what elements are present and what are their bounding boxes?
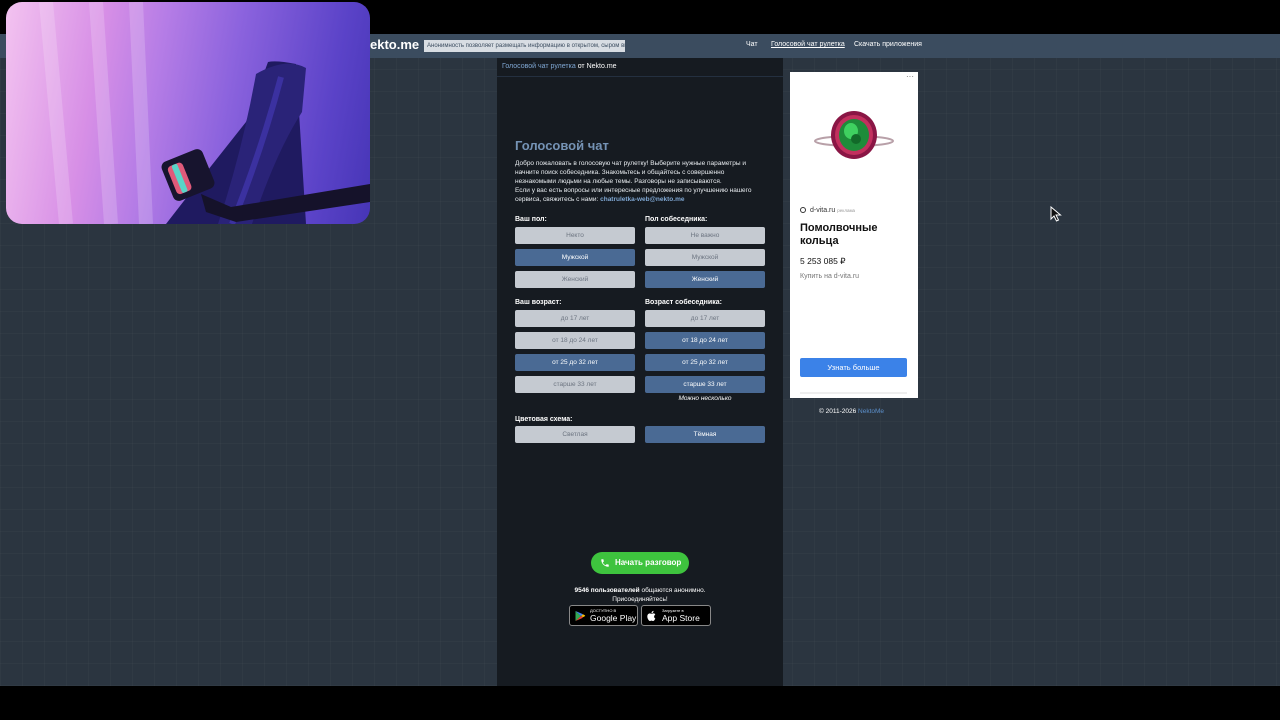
google-play-badge[interactable]: ДОСТУПНО В Google Play bbox=[569, 605, 638, 626]
site-logo[interactable]: ekto.me bbox=[370, 37, 419, 52]
users-join: Присоединяйтесь! bbox=[612, 596, 668, 603]
intro-line: Если у вас есть вопросы или интересные п… bbox=[515, 187, 752, 194]
nav-chat[interactable]: Чат bbox=[746, 41, 758, 48]
your-age-label: Ваш возраст: bbox=[515, 299, 562, 306]
ring-image bbox=[814, 111, 894, 159]
ad-source: d-vita.ru реклама bbox=[800, 207, 855, 214]
ad-menu-icon[interactable]: ··· bbox=[906, 72, 914, 81]
your-sex-option[interactable]: Некто bbox=[515, 227, 635, 244]
webcam-overlay bbox=[6, 2, 370, 224]
partner-age-label: Возраст собеседника: bbox=[645, 299, 722, 306]
webcam-scene bbox=[39, 2, 370, 224]
your-sex-option[interactable]: Женский bbox=[515, 271, 635, 288]
scheme-light-button[interactable]: Светлая bbox=[515, 426, 635, 443]
main-panel: Голосовой чат рулетка от Nekto.me Голосо… bbox=[497, 58, 783, 686]
your-sex-label: Ваш пол: bbox=[515, 216, 547, 223]
users-text: общаются анонимно. bbox=[639, 587, 706, 594]
breadcrumb-suffix: от Nekto.me bbox=[575, 63, 617, 70]
app-store-badge[interactable]: Загрузите в App Store bbox=[641, 605, 711, 626]
copyright-link[interactable]: NektoMe bbox=[858, 408, 884, 415]
breadcrumb: Голосовой чат рулетка от Nekto.me bbox=[502, 63, 617, 70]
phone-icon bbox=[601, 559, 609, 567]
apple-icon bbox=[647, 610, 656, 622]
nav-voice-chat[interactable]: Голосовой чат рулетка bbox=[771, 41, 845, 48]
google-play-icon bbox=[575, 611, 586, 621]
scheme-dark-button[interactable]: Тёмная bbox=[645, 426, 765, 443]
color-scheme-label: Цветовая схема: bbox=[515, 416, 573, 423]
partner-age-option[interactable]: до 17 лет bbox=[645, 310, 765, 327]
circle-icon bbox=[800, 207, 806, 213]
start-conversation-button[interactable]: Начать разговор bbox=[591, 552, 689, 574]
multi-select-hint: Можно несколько bbox=[678, 395, 732, 402]
your-age-option[interactable]: старше 33 лет bbox=[515, 376, 635, 393]
partner-age-option[interactable]: от 25 до 32 лет bbox=[645, 354, 765, 371]
intro-text: Добро пожаловать в голосовую чат рулетку… bbox=[515, 159, 770, 204]
intro-line: сервиса, свяжитесь с нами: bbox=[515, 196, 601, 203]
users-count: 9546 пользователей bbox=[574, 587, 640, 594]
ad-tag: реклама bbox=[837, 208, 856, 213]
ad-buy-link[interactable]: Купить на d-vita.ru bbox=[800, 273, 859, 280]
ad-progress-bar bbox=[800, 392, 907, 394]
ad-title[interactable]: Помолвочные кольца bbox=[800, 222, 910, 248]
partner-sex-option[interactable]: Мужской bbox=[645, 249, 765, 266]
start-label: Начать разговор bbox=[615, 558, 682, 567]
breadcrumb-link[interactable]: Голосовой чат рулетка bbox=[502, 63, 576, 70]
page-title: Голосовой чат bbox=[515, 138, 609, 153]
online-users: 9546 пользователей общаются анонимно. Пр… bbox=[497, 586, 783, 604]
anonymity-notice: Анонимность позволяет размещать информац… bbox=[424, 40, 625, 52]
partner-age-option[interactable]: от 18 до 24 лет bbox=[645, 332, 765, 349]
intro-line: начните поиск собеседника. Знакомьтесь и… bbox=[515, 169, 725, 176]
your-age-option[interactable]: от 18 до 24 лет bbox=[515, 332, 635, 349]
advertisement[interactable]: ··· d-vita.ru реклама Помолвочные кольца … bbox=[790, 72, 918, 398]
copyright: © 2011-2026 NektoMe bbox=[819, 408, 884, 415]
ad-domain: d-vita.ru bbox=[810, 207, 836, 214]
intro-line: незнакомыми людьми на любые темы. Разгов… bbox=[515, 178, 722, 185]
contact-email-link[interactable]: chatruletka-web@nekto.me bbox=[600, 196, 684, 203]
ad-price: 5 253 085 ₽ bbox=[800, 256, 846, 266]
google-play-big: Google Play bbox=[590, 613, 637, 623]
nav-download-apps[interactable]: Скачать приложения bbox=[854, 41, 922, 48]
partner-sex-label: Пол собеседника: bbox=[645, 216, 708, 223]
screen: ekto.me Анонимность позволяет размещать … bbox=[0, 0, 1280, 720]
your-age-option[interactable]: от 25 до 32 лет bbox=[515, 354, 635, 371]
partner-age-option[interactable]: старше 33 лет bbox=[645, 376, 765, 393]
intro-line: Добро пожаловать в голосовую чат рулетку… bbox=[515, 160, 746, 167]
partner-sex-option[interactable]: Не важно bbox=[645, 227, 765, 244]
copyright-text: © 2011-2026 bbox=[819, 408, 859, 415]
app-store-big: App Store bbox=[662, 613, 700, 623]
your-sex-option[interactable]: Мужской bbox=[515, 249, 635, 266]
partner-sex-option[interactable]: Женский bbox=[645, 271, 765, 288]
ad-learn-more-button[interactable]: Узнать больше bbox=[800, 358, 907, 377]
mouse-cursor-icon bbox=[1050, 206, 1062, 222]
divider bbox=[497, 76, 783, 77]
your-age-option[interactable]: до 17 лет bbox=[515, 310, 635, 327]
